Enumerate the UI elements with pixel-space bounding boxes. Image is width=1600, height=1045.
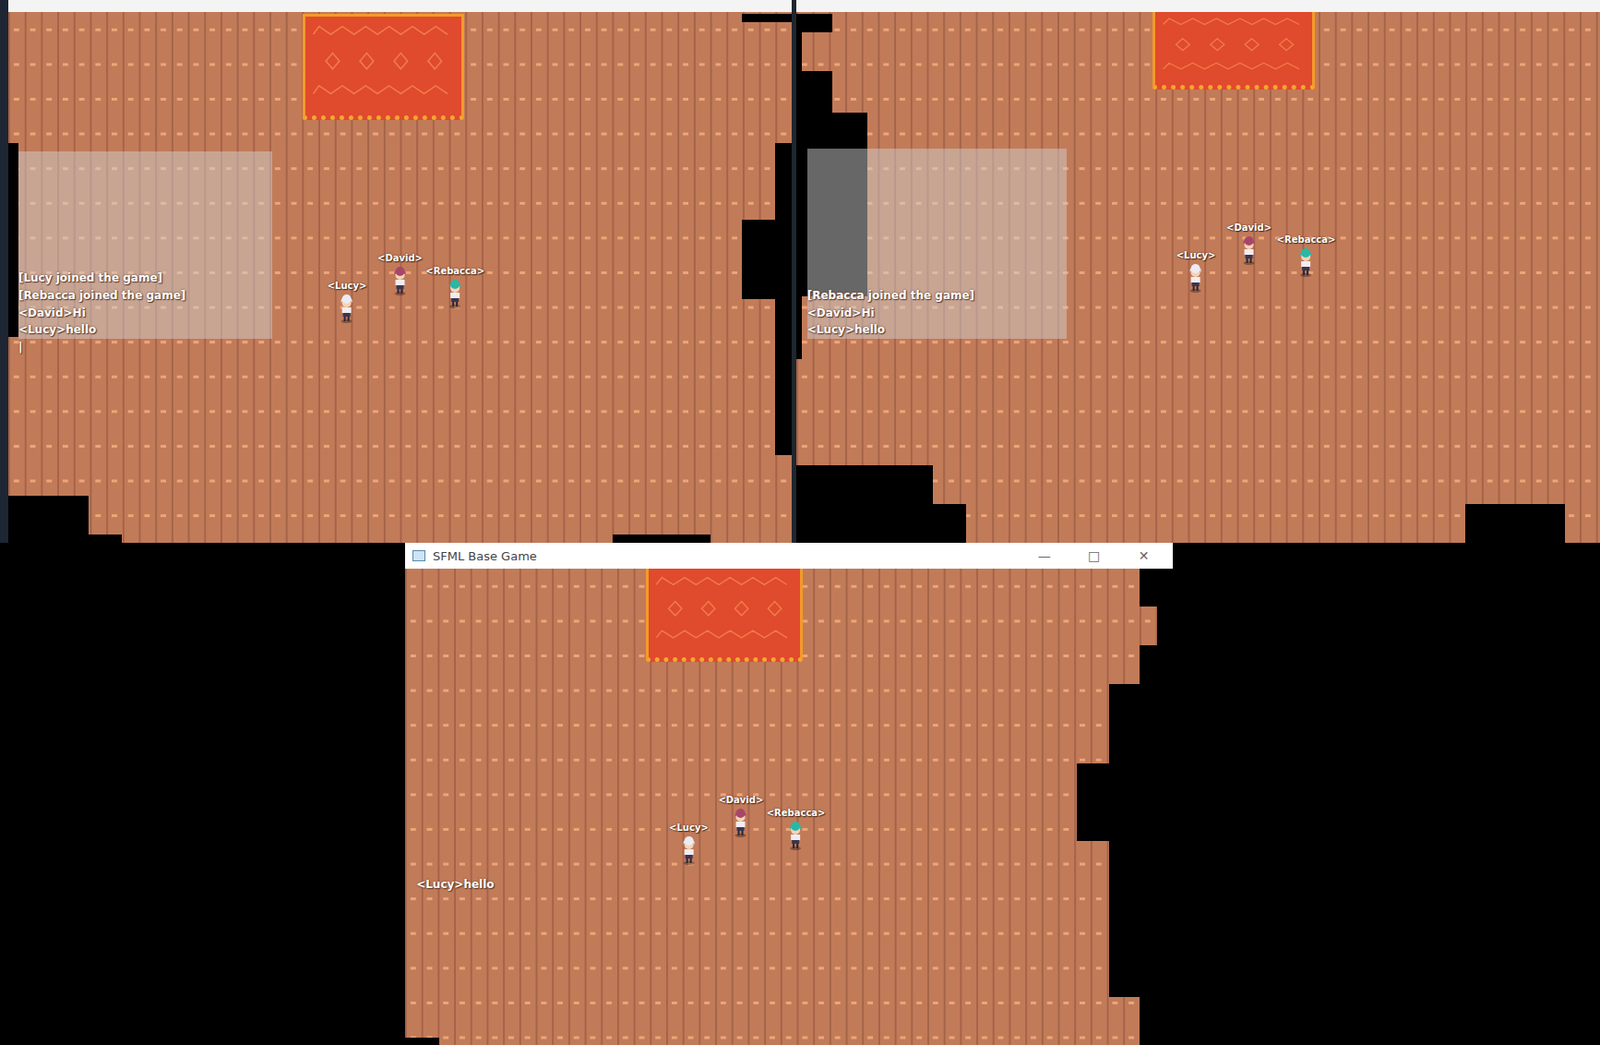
void-area [741,13,792,23]
player-name: <David> [377,252,423,264]
player-name: <David> [717,794,764,806]
game-floor[interactable]: <Lucy> <David><Rebacca> [Lucy joined the g… [8,11,792,543]
chat-message: <Lucy>hello [18,321,186,339]
player-name: <Rebacca> [766,807,826,819]
void-area [8,495,89,543]
player-name: <Lucy> [1176,250,1217,262]
character-sprite-icon [1188,262,1204,293]
character-sprite-icon [1241,235,1257,265]
player-name: <Rebacca> [425,265,485,277]
character-sprite-icon [788,820,804,850]
player-character[interactable]: <Rebacca> [425,265,485,309]
window-title: SFML Base Game [432,549,1016,563]
close-button[interactable]: ✕ [1122,548,1166,563]
void-area [1139,568,1172,607]
chat-message: <Lucy>hello [416,875,494,894]
title-bar[interactable] [796,0,1600,12]
game-window[interactable]: <Lucy> <David><Rebacca> [Lucy joined the g… [8,0,792,543]
void-area [796,71,834,112]
void-area [796,112,868,150]
chat-message: [Rebacca joined the game] [18,286,186,305]
player-name: <Rebacca> [1277,234,1337,246]
void-area [796,296,803,360]
void-area [775,298,792,455]
chat-log: <Lucy>hello [416,875,494,894]
void-area [1139,644,1172,684]
game-window[interactable]: SFML Base Game—□✕<Lucy><David><Rebacca><… [405,542,1173,1045]
chat-message: [Rebacca joined the game] [807,286,975,305]
player-character[interactable]: <David> [1226,222,1272,265]
player-character[interactable]: <Rebacca> [766,807,826,850]
character-sprite-icon [392,265,407,296]
rug [302,13,465,120]
chat-message: <David>Hi [807,304,975,323]
void-area [405,1037,439,1045]
player-character[interactable]: <Lucy> [327,280,368,323]
character-sprite-icon [447,278,463,309]
character-sprite-icon [680,835,696,865]
game-floor[interactable]: <Lucy> <David><Rebacca> <Lucy>hello [405,568,1173,1045]
void-area [796,465,933,504]
void-area [796,503,968,543]
player-character[interactable]: <Lucy> [1176,250,1217,293]
chat-message: <Lucy>hello [807,321,975,339]
void-area [8,143,19,337]
player-character[interactable]: <Rebacca> [1277,234,1337,277]
void-area [1109,683,1173,764]
player-name: <Lucy> [668,822,709,834]
chat-log: [Rebacca joined the game]<David>Hi<Lucy>… [807,286,975,339]
player-name: <David> [1226,222,1272,234]
void-area [1465,503,1565,543]
void-area [88,534,121,543]
rug [1152,11,1316,90]
game-window[interactable]: <Lucy> <David> <Rebacca> [Rebacca joined th… [796,0,1600,543]
void-area [1109,840,1173,997]
void-area [775,143,792,220]
void-area [1157,606,1173,645]
character-sprite-icon [1298,247,1314,277]
chat-input[interactable]: | [18,338,23,357]
player-character[interactable]: <Lucy> [668,822,709,865]
void-area [741,219,792,299]
player-name: <Lucy> [327,280,368,292]
minimize-button[interactable]: — [1023,548,1066,563]
rug [645,568,803,662]
app-icon [412,549,426,562]
void-area [796,13,834,33]
chat-log: [Lucy joined the game][Rebacca joined th… [18,269,186,339]
chat-message: [Lucy joined the game] [18,269,186,287]
void-area [612,534,711,543]
void-area [1076,763,1173,841]
title-bar[interactable] [8,0,792,12]
title-bar[interactable]: SFML Base Game — □ ✕ [405,542,1173,569]
maximize-button[interactable]: □ [1073,548,1116,563]
player-character[interactable]: <David> [717,794,764,837]
character-sprite-icon [733,807,749,837]
game-floor[interactable]: <Lucy> <David> <Rebacca> [Rebacca joined th… [796,11,1600,543]
player-character[interactable]: <David> [377,252,423,296]
chat-message: <David>Hi [18,304,186,323]
desktop [0,0,9,543]
void-area [1139,996,1172,1045]
character-sprite-icon [339,293,355,323]
